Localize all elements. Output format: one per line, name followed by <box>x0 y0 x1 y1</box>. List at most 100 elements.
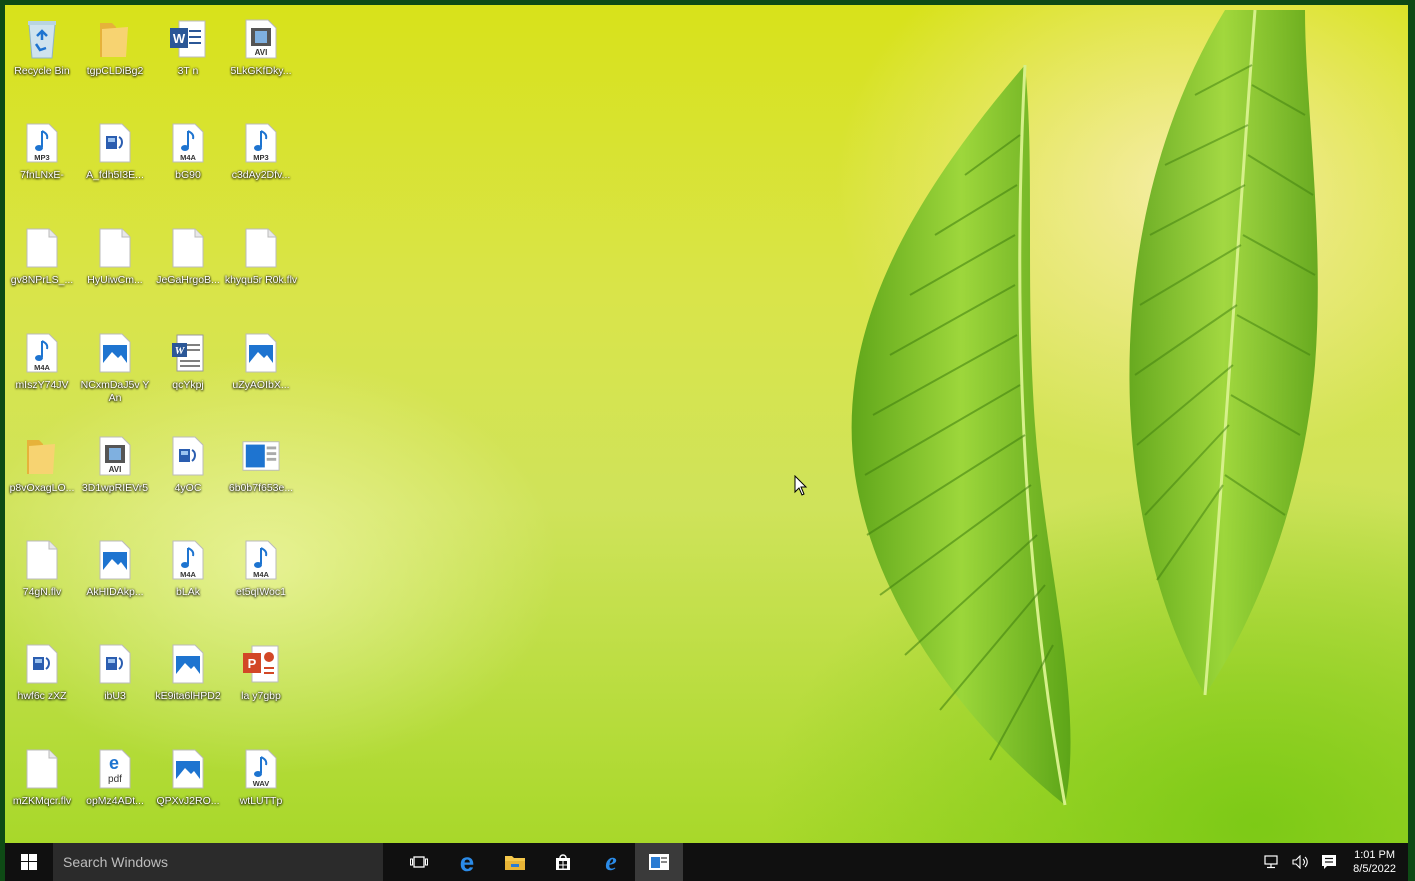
wav-file-icon: WAV <box>242 747 280 791</box>
worddoc-file-icon: W <box>169 331 207 375</box>
svg-text:MP3: MP3 <box>34 153 49 162</box>
desktop-icon[interactable]: khyqu5r R0k.flv <box>224 218 298 318</box>
desktop-icon[interactable]: 74gN.flv <box>5 530 79 630</box>
m4a-file-icon: M4A <box>169 121 207 165</box>
folder-file-icon <box>96 17 134 61</box>
task-view-button[interactable] <box>395 843 443 881</box>
desktop-icon-label: p8vOxagLO... <box>9 482 75 494</box>
desktop-icon[interactable]: AkHIDAkp... <box>78 530 152 630</box>
image-file-icon <box>169 642 207 686</box>
desktop-icon[interactable]: kE9ita6lHPD2 <box>151 634 225 734</box>
desktop-icon-label: opMz4ADt... <box>86 795 144 807</box>
edge-button[interactable]: e <box>443 843 491 881</box>
desktop-icon[interactable]: Recycle Bin <box>5 9 79 109</box>
desktop-icon[interactable]: 6b0b7f653e... <box>224 426 298 526</box>
desktop-icon[interactable]: M4A bLAk <box>151 530 225 630</box>
word-file-icon: W <box>169 17 207 61</box>
video-file-icon <box>169 434 207 478</box>
network-icon[interactable] <box>1263 852 1283 872</box>
start-button[interactable] <box>5 843 53 881</box>
m4a-file-icon: M4A <box>23 331 61 375</box>
desktop-icon-label: A_fdh5I3E... <box>86 169 144 181</box>
desktop-icon[interactable]: AVI 3D1wpRIEVr5 <box>78 426 152 526</box>
desktop-icon-label: 3D1wpRIEVr5 <box>81 482 149 494</box>
desktop-icon-label: 6b0b7f653e... <box>228 482 294 494</box>
desktop-icon-label: khyqu5r R0k.flv <box>224 274 298 286</box>
desktop-icon[interactable]: WqcYkpj <box>151 323 225 423</box>
desktop-icon-label: AkHIDAkp... <box>86 586 144 598</box>
blank-file-icon <box>23 538 61 582</box>
desktop-icon-label: mIszY74JV <box>15 379 69 391</box>
desktop-icon-label: 5LkGKfDky... <box>230 65 292 77</box>
desktop-icon[interactable]: JeGaHrgoB... <box>151 218 225 318</box>
desktop-icon[interactable]: e pdf opMz4ADt... <box>78 739 152 839</box>
svg-text:M4A: M4A <box>253 570 269 579</box>
desktop-icon[interactable]: uZyAOIbX... <box>224 323 298 423</box>
desktop-icon[interactable]: QPXvJ2RO... <box>151 739 225 839</box>
volume-icon[interactable] <box>1291 852 1311 872</box>
system-tray: 1:01 PM 8/5/2022 <box>1263 843 1396 881</box>
desktop-icon[interactable]: mZKMqcr.flv <box>5 739 79 839</box>
search-placeholder: Search Windows <box>63 854 169 870</box>
svg-text:AVI: AVI <box>255 48 268 57</box>
desktop-icon[interactable]: gv8NPrLS_... <box>5 218 79 318</box>
m4a-file-icon: M4A <box>242 538 280 582</box>
desktop-icon[interactable]: A_fdh5I3E... <box>78 113 152 213</box>
recycle-file-icon <box>23 17 61 61</box>
taskbar: Search Windows e e 1:01 PM 8/5/2022 <box>5 843 1408 881</box>
desktop-icon[interactable]: 4yOC <box>151 426 225 526</box>
svg-text:pdf: pdf <box>108 774 122 785</box>
desktop-icon-label: bLAk <box>176 586 200 598</box>
desktop-icon[interactable]: M4A bG90 <box>151 113 225 213</box>
desktop-icon-label: QPXvJ2RO... <box>156 795 220 807</box>
clock[interactable]: 1:01 PM 8/5/2022 <box>1353 848 1396 876</box>
blank-file-icon <box>169 226 207 270</box>
desktop-icon[interactable]: tgpCLDiBg2 <box>78 9 152 109</box>
folder-icon <box>505 856 525 870</box>
desktop-icon-label: uZyAOIbX... <box>232 379 290 391</box>
file-explorer-button[interactable] <box>491 843 539 881</box>
desktop-icon[interactable]: AVI 5LkGKfDky... <box>224 9 298 109</box>
svg-text:P: P <box>248 656 257 671</box>
desktop-icon-label: hwf6c zXZ <box>17 690 67 702</box>
video-file-icon <box>96 121 134 165</box>
svg-text:AVI: AVI <box>109 465 122 474</box>
search-input[interactable]: Search Windows <box>53 843 383 881</box>
internet-explorer-button[interactable]: e <box>587 843 635 881</box>
desktop-icon[interactable]: NCxmDaJ5v YAn <box>78 323 152 423</box>
m4a-file-icon: M4A <box>169 538 207 582</box>
store-button[interactable] <box>539 843 587 881</box>
desktop-icon[interactable]: WAV wtLUTTp <box>224 739 298 839</box>
desktop-icon[interactable]: MP3 c3dAy2Dfv... <box>224 113 298 213</box>
desktop-icon-label: gv8NPrLS_... <box>10 274 74 286</box>
task-view-icon <box>410 856 428 868</box>
desktop-icon-label: 7fnLNxE- <box>20 169 64 181</box>
desktop-icon[interactable]: M4A et5qIWoc1 <box>224 530 298 630</box>
desktop-icon[interactable]: MP3 7fnLNxE- <box>5 113 79 213</box>
desktop-icon-label: la y7gbp <box>241 690 281 702</box>
desktop-icon-label: 3T n <box>177 65 199 77</box>
desktop-icon[interactable]: Pla y7gbp <box>224 634 298 734</box>
pdf-file-icon: e pdf <box>96 747 134 791</box>
desktop-icon[interactable]: M4A mIszY74JV <box>5 323 79 423</box>
blank-file-icon <box>96 226 134 270</box>
video-file-icon <box>23 642 61 686</box>
svg-text:W: W <box>175 345 186 357</box>
ie-icon: e <box>605 847 617 876</box>
blank-file-icon <box>23 226 61 270</box>
active-window-button[interactable] <box>635 843 683 881</box>
desktop-icon[interactable]: p8vOxagLO... <box>5 426 79 526</box>
svg-text:M4A: M4A <box>34 363 50 372</box>
desktop-icon[interactable]: hwf6c zXZ <box>5 634 79 734</box>
edge-icon: e <box>459 847 475 877</box>
desktop-icon-label: kE9ita6lHPD2 <box>155 690 221 702</box>
desktop-icon[interactable]: ibU3 <box>78 634 152 734</box>
desktop-icon-label: bG90 <box>175 169 201 181</box>
desktop-icon[interactable]: W 3T n <box>151 9 225 109</box>
desktop-icon[interactable]: HyUiwCm... <box>78 218 152 318</box>
mp3-file-icon: MP3 <box>23 121 61 165</box>
blank-file-icon <box>242 226 280 270</box>
mp3-file-icon: MP3 <box>242 121 280 165</box>
action-center-icon[interactable] <box>1319 852 1339 872</box>
app-file-icon <box>242 434 280 478</box>
